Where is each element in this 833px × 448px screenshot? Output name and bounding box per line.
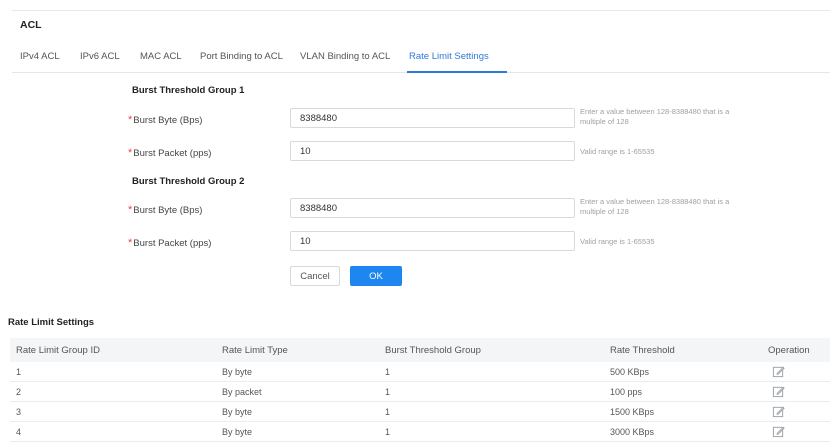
edit-icon[interactable] bbox=[772, 425, 785, 438]
required-mark: * bbox=[128, 237, 133, 249]
page-title: ACL bbox=[20, 19, 42, 31]
table-row: 3 By byte 1 1500 KBps bbox=[10, 402, 830, 422]
cell-rate-limit-type: By byte bbox=[222, 407, 253, 417]
tab-vlan-binding-to-acl[interactable]: VLAN Binding to ACL bbox=[300, 51, 390, 62]
cell-rate-threshold: 3000 KBps bbox=[610, 427, 655, 437]
table-row: 1 By byte 1 500 KBps bbox=[10, 362, 830, 382]
cell-rate-limit-type: By packet bbox=[222, 387, 262, 397]
cell-group-id: 1 bbox=[16, 367, 22, 377]
edit-icon[interactable] bbox=[772, 405, 785, 418]
cancel-button[interactable]: Cancel bbox=[290, 266, 340, 286]
cell-rate-limit-type: By byte bbox=[222, 367, 253, 377]
cell-burst-threshold-group: 1 bbox=[385, 387, 391, 397]
edit-icon[interactable] bbox=[772, 365, 785, 378]
group-2-burst-byte-hint: Enter a value between 128-8388480 that i… bbox=[580, 197, 730, 216]
tab-mac-acl[interactable]: MAC ACL bbox=[140, 51, 182, 62]
cell-burst-threshold-group: 1 bbox=[385, 367, 391, 377]
group-1-burst-packet-label: *Burst Packet (pps) bbox=[128, 147, 212, 159]
required-mark: * bbox=[128, 114, 133, 126]
ok-button[interactable]: OK bbox=[350, 266, 402, 286]
table-row: 2 By packet 1 100 pps bbox=[10, 382, 830, 402]
group-2-burst-packet-hint: Valid range is 1-65535 bbox=[580, 237, 655, 246]
column-rate-threshold: Rate Threshold bbox=[610, 345, 675, 356]
tab-port-binding-to-acl[interactable]: Port Binding to ACL bbox=[200, 51, 283, 62]
required-mark: * bbox=[128, 147, 133, 159]
group-2-title: Burst Threshold Group 2 bbox=[132, 176, 245, 187]
group-1-burst-byte-hint: Enter a value between 128-8388480 that i… bbox=[580, 107, 730, 126]
column-operation: Operation bbox=[768, 345, 810, 356]
required-mark: * bbox=[128, 204, 133, 216]
group-2-burst-byte-label: *Burst Byte (Bps) bbox=[128, 204, 203, 216]
cell-rate-threshold: 500 KBps bbox=[610, 367, 650, 377]
column-rate-limit-type: Rate Limit Type bbox=[222, 345, 288, 356]
tab-ipv6-acl[interactable]: IPv6 ACL bbox=[80, 51, 120, 62]
group-2-burst-packet-label: *Burst Packet (pps) bbox=[128, 237, 212, 249]
group-2-burst-byte-input[interactable] bbox=[290, 198, 575, 218]
group-1-burst-byte-input[interactable] bbox=[290, 108, 575, 128]
cell-burst-threshold-group: 1 bbox=[385, 407, 391, 417]
edit-icon[interactable] bbox=[772, 385, 785, 398]
column-rate-limit-group-id: Rate Limit Group ID bbox=[16, 345, 100, 356]
rate-limit-settings-title: Rate Limit Settings bbox=[8, 317, 95, 328]
cell-group-id: 2 bbox=[16, 387, 22, 397]
tab-bar: IPv4 ACL IPv6 ACL MAC ACL Port Binding t… bbox=[12, 43, 830, 73]
cell-group-id: 4 bbox=[16, 427, 22, 437]
tab-rate-limit-settings[interactable]: Rate Limit Settings bbox=[409, 51, 489, 62]
group-1-burst-packet-hint: Valid range is 1-65535 bbox=[580, 147, 655, 156]
active-tab-indicator bbox=[407, 71, 507, 73]
cell-rate-threshold: 1500 KBps bbox=[610, 407, 655, 417]
cell-rate-threshold: 100 pps bbox=[610, 387, 643, 397]
acl-panel: ACL IPv4 ACL IPv6 ACL MAC ACL Port Bindi… bbox=[12, 10, 830, 300]
tab-ipv4-acl[interactable]: IPv4 ACL bbox=[20, 51, 60, 62]
table-row: 4 By byte 1 3000 KBps bbox=[10, 422, 830, 442]
cell-rate-limit-type: By byte bbox=[222, 427, 253, 437]
group-1-title: Burst Threshold Group 1 bbox=[132, 85, 245, 96]
group-1-burst-packet-input[interactable] bbox=[290, 141, 575, 161]
cell-burst-threshold-group: 1 bbox=[385, 427, 391, 437]
cell-group-id: 3 bbox=[16, 407, 22, 417]
column-burst-threshold-group: Burst Threshold Group bbox=[385, 345, 481, 356]
group-1-burst-byte-label: *Burst Byte (Bps) bbox=[128, 114, 203, 126]
group-2-burst-packet-input[interactable] bbox=[290, 231, 575, 251]
table-header: Rate Limit Group ID Rate Limit Type Burs… bbox=[10, 338, 830, 362]
